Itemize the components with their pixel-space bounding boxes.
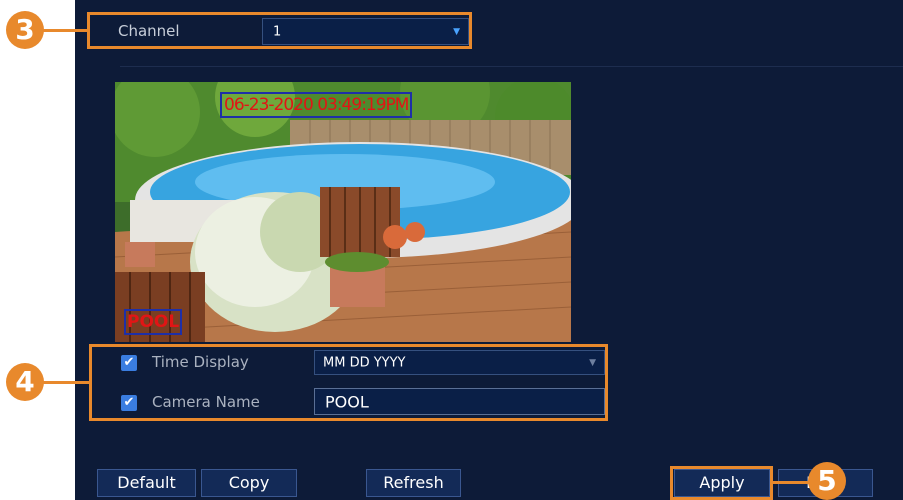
callout-box-channel — [87, 12, 472, 49]
callout-number-3: 3 — [6, 11, 44, 49]
callout-box-apply — [670, 466, 773, 500]
preview-image — [115, 82, 571, 342]
osd-time-overlay[interactable]: 06-23-2020 03:49:19PM — [220, 92, 413, 118]
default-button[interactable]: Default — [97, 469, 196, 497]
callout-box-overlay-settings — [89, 344, 608, 421]
callout-line-4 — [36, 381, 90, 384]
refresh-button[interactable]: Refresh — [366, 469, 461, 497]
camera-preview — [115, 82, 571, 342]
callout-number-4: 4 — [6, 363, 44, 401]
callout-line-5 — [772, 481, 812, 484]
callout-number-5: 5 — [808, 462, 846, 500]
divider — [120, 66, 903, 67]
osd-name-overlay[interactable]: POOL — [124, 309, 183, 335]
copy-button[interactable]: Copy — [201, 469, 297, 497]
